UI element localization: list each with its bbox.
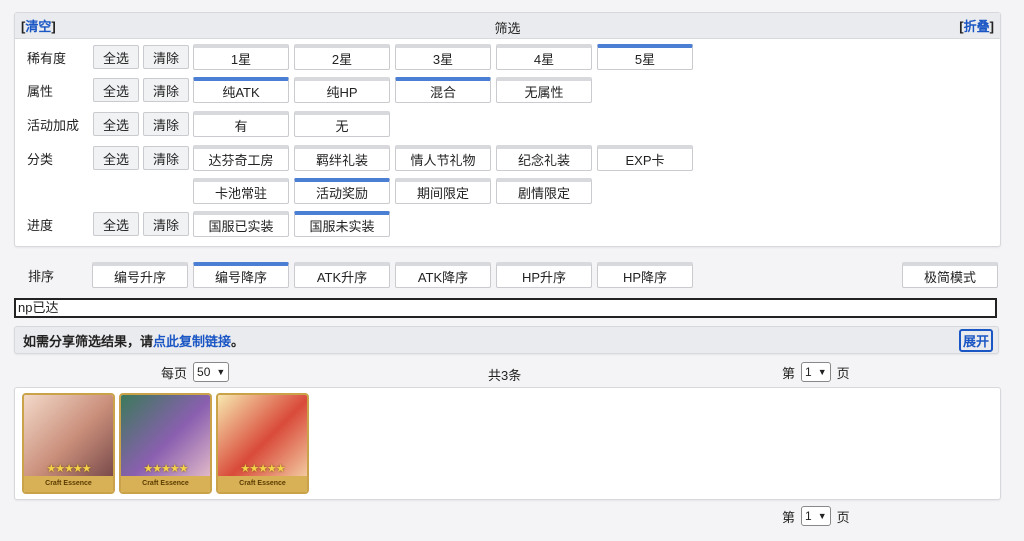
share-prefix: 如需分享筛选结果，请 bbox=[23, 333, 154, 349]
copy-link[interactable]: 点此复制链接 bbox=[153, 334, 231, 349]
filter-option[interactable]: 羁绊礼装 bbox=[294, 145, 390, 171]
page-suffix: 页 bbox=[836, 365, 850, 381]
sort-option[interactable]: ATK升序 bbox=[294, 262, 390, 288]
collapse-text[interactable]: 折叠 bbox=[964, 19, 990, 34]
select-all-button[interactable]: 全选 bbox=[93, 146, 139, 170]
clear-all-text[interactable]: 清空 bbox=[25, 19, 51, 34]
page-value: 1 bbox=[805, 509, 812, 523]
card-ribbon: Craft Essence bbox=[121, 476, 210, 492]
page-value: 1 bbox=[805, 365, 812, 379]
filter-option[interactable]: 纯HP bbox=[294, 77, 390, 103]
collapse-link[interactable]: [折叠] bbox=[959, 16, 994, 35]
chevron-down-icon: ▼ bbox=[817, 511, 827, 521]
total-count: 共3条 bbox=[488, 368, 522, 383]
clear-row-button[interactable]: 清除 bbox=[143, 212, 189, 236]
page-select[interactable]: 1 ▼ bbox=[801, 362, 831, 382]
craft-essence-card[interactable]: ★★★★★ Craft Essence bbox=[216, 393, 309, 494]
page-prefix: 第 bbox=[782, 365, 796, 381]
filter-option[interactable]: EXP卡 bbox=[597, 145, 693, 171]
chevron-down-icon: ▼ bbox=[817, 367, 827, 377]
sort-option[interactable]: HP升序 bbox=[496, 262, 592, 288]
card-stars: ★★★★★ bbox=[46, 463, 91, 475]
per-page-group: 每页 50 ▼ bbox=[161, 362, 230, 382]
filter-option[interactable]: 活动奖励 bbox=[294, 178, 390, 204]
card-stars: ★★★★★ bbox=[143, 463, 188, 475]
filter-row-label: 属性 bbox=[27, 83, 54, 99]
filter-header: [清空] [折叠] bbox=[15, 13, 1000, 39]
filter-row-label: 进度 bbox=[27, 217, 54, 233]
sort-option[interactable]: 编号降序 bbox=[193, 262, 289, 288]
pager-bottom: 第 1 ▼ 页 bbox=[0, 506, 1024, 528]
filter-row-label: 活动加成 bbox=[27, 117, 80, 133]
page-group: 第 1 ▼ 页 bbox=[782, 362, 850, 382]
filter-option[interactable]: 无属性 bbox=[496, 77, 592, 103]
share-bar: 如需分享筛选结果，请点此复制链接。 展开 bbox=[14, 326, 999, 354]
filter-option[interactable]: 卡池常驻 bbox=[193, 178, 289, 204]
filter-panel: [清空] [折叠] 筛选 稀有度 全选 清除 1星 2星 3星 4星 5星 属性 全选 清除 纯ATK… bbox=[14, 12, 1001, 247]
filter-option[interactable]: 有 bbox=[193, 111, 289, 137]
filter-option[interactable]: 期间限定 bbox=[395, 178, 491, 204]
filter-row: 分类 全选 清除 达芬奇工房 羁绊礼装 情人节礼物 纪念礼装 EXP卡 bbox=[15, 145, 698, 171]
expand-button[interactable]: 展开 bbox=[958, 328, 993, 352]
filter-row: 卡池常驻 活动奖励 期间限定 剧情限定 bbox=[15, 178, 597, 204]
share-text: 如需分享筛选结果，请点此复制链接。 bbox=[23, 331, 244, 350]
per-page-label: 每页 bbox=[161, 365, 188, 381]
filter-row: 属性 全选 清除 纯ATK 纯HP 混合 无属性 bbox=[15, 77, 597, 103]
per-page-value: 50 bbox=[197, 365, 211, 379]
filter-option[interactable]: 国服已实装 bbox=[193, 211, 289, 237]
filter-row: 进度 全选 清除 国服已实装 国服未实装 bbox=[15, 211, 395, 237]
select-all-button[interactable]: 全选 bbox=[93, 212, 139, 236]
share-suffix: 。 bbox=[231, 333, 245, 349]
filter-option[interactable]: 3星 bbox=[395, 44, 491, 70]
filter-option[interactable]: 5星 bbox=[597, 44, 693, 70]
minimal-mode-button[interactable]: 极简模式 bbox=[902, 262, 998, 288]
card-ribbon: Craft Essence bbox=[24, 476, 113, 492]
pager-top: 每页 50 ▼ 共3条 第 1 ▼ 页 bbox=[0, 362, 1024, 384]
clear-row-button[interactable]: 清除 bbox=[143, 45, 189, 69]
filter-row: 活动加成 全选 清除有无 bbox=[15, 111, 395, 137]
sort-option[interactable]: HP降序 bbox=[597, 262, 693, 288]
clear-row-button[interactable]: 清除 bbox=[143, 112, 189, 136]
filter-option[interactable]: 4星 bbox=[496, 44, 592, 70]
chevron-down-icon: ▼ bbox=[216, 367, 226, 377]
sort-row: 排序 编号升序 编号降序 ATK升序 ATK降序 HP升序 HP降序 bbox=[14, 262, 698, 288]
filter-option[interactable]: 情人节礼物 bbox=[395, 145, 491, 171]
filter-option[interactable]: 剧情限定 bbox=[496, 178, 592, 204]
select-all-button[interactable]: 全选 bbox=[93, 45, 139, 69]
filter-option[interactable]: 国服未实装 bbox=[294, 211, 390, 237]
filter-row-label: 分类 bbox=[27, 151, 54, 167]
card-stars: ★★★★★ bbox=[240, 463, 285, 475]
page-suffix: 页 bbox=[836, 509, 850, 525]
filter-row-label: 稀有度 bbox=[27, 50, 67, 66]
select-all-button[interactable]: 全选 bbox=[93, 112, 139, 136]
filter-option[interactable]: 2星 bbox=[294, 44, 390, 70]
filter-option[interactable]: 混合 bbox=[395, 77, 491, 103]
clear-row-button[interactable]: 清除 bbox=[143, 78, 189, 102]
clear-all-link[interactable]: [清空] bbox=[21, 16, 56, 35]
search-input[interactable]: np已达 bbox=[14, 298, 997, 318]
sort-option[interactable]: ATK降序 bbox=[395, 262, 491, 288]
per-page-select[interactable]: 50 ▼ bbox=[193, 362, 230, 382]
sort-option[interactable]: 编号升序 bbox=[92, 262, 188, 288]
sort-label: 排序 bbox=[28, 268, 55, 284]
select-all-button[interactable]: 全选 bbox=[93, 78, 139, 102]
filter-option[interactable]: 纯ATK bbox=[193, 77, 289, 103]
page-prefix: 第 bbox=[782, 509, 796, 525]
page-select-bottom[interactable]: 1 ▼ bbox=[801, 506, 831, 526]
card-ribbon: Craft Essence bbox=[218, 476, 307, 492]
clear-row-button[interactable]: 清除 bbox=[143, 146, 189, 170]
filter-row: 稀有度 全选 清除 1星 2星 3星 4星 5星 bbox=[15, 44, 698, 70]
craft-essence-card[interactable]: ★★★★★ Craft Essence bbox=[119, 393, 212, 494]
craft-essence-card[interactable]: ★★★★★ Craft Essence bbox=[22, 393, 115, 494]
page-group-bottom: 第 1 ▼ 页 bbox=[782, 506, 850, 526]
filter-option[interactable]: 1星 bbox=[193, 44, 289, 70]
filter-option[interactable]: 无 bbox=[294, 111, 390, 137]
filter-option[interactable]: 达芬奇工房 bbox=[193, 145, 289, 171]
filter-option[interactable]: 纪念礼装 bbox=[496, 145, 592, 171]
results-panel: ★★★★★ Craft Essence ★★★★★ Craft Essence ★★★★… bbox=[14, 387, 1001, 500]
